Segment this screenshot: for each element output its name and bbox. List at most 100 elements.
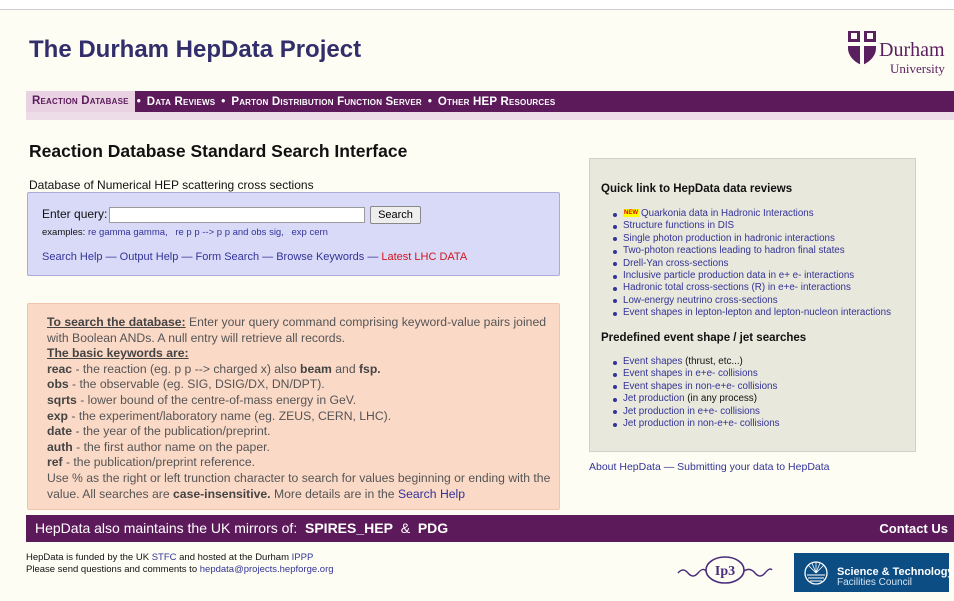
search-item: Event shapes (thrust, etc...) [613, 356, 780, 368]
nav-separator: • [221, 95, 226, 108]
funding-note: HepData is funded by the UK STFC and hos… [26, 552, 334, 576]
ippp-logo-text: Ip3 [715, 564, 735, 579]
new-badge: NEW [623, 209, 639, 217]
reviews-panel: Quick link to HepData data reviews NEW Qu… [589, 158, 916, 452]
search-item: Jet production in non-e+e- collisions [613, 418, 780, 430]
keyword-exp: exp [47, 408, 69, 423]
review-link-text[interactable]: Quarkonia data in Hadronic Interactions [641, 208, 814, 219]
email-link[interactable]: hepdata@projects.hepforge.org [200, 564, 334, 575]
search-link[interactable]: Event shapes [623, 356, 682, 367]
keyword-desc: - the reaction (eg. p p --> charged x) a… [72, 361, 301, 376]
review-link[interactable]: Event shapes in lepton-lepton and lepton… [613, 307, 891, 319]
main-navbar: Reaction Database • Data Reviews • Parto… [26, 91, 954, 112]
pdg-link[interactable]: PDG [418, 520, 448, 536]
durham-university-logo[interactable]: Durham University [842, 30, 954, 76]
query-examples: examples: re gamma gamma, re p p --> p p… [42, 227, 333, 238]
review-link[interactable]: Structure functions in DIS [613, 220, 891, 232]
case-insensitive-label: case-insensitive. [173, 486, 271, 501]
searches-list: Event shapes (thrust, etc...) Event shap… [613, 356, 780, 430]
keywords-heading: The basic keywords are: [47, 346, 189, 361]
search-suffix: (in any process) [684, 393, 757, 405]
review-link[interactable]: Two-photon reactions leading to hadron f… [613, 245, 891, 257]
university-logo-text: University [890, 61, 945, 76]
link-separator: — [105, 251, 117, 263]
about-hepdata-link[interactable]: About HepData [589, 461, 661, 473]
search-link[interactable]: Event shapes in e+e- collisions [623, 368, 758, 379]
review-link[interactable]: Hadronic total cross-sections (R) in e+e… [613, 282, 891, 294]
site-title: The Durham HepData Project [29, 36, 362, 63]
nav-reaction-database[interactable]: Reaction Database [26, 91, 135, 112]
search-link[interactable]: Jet production [623, 393, 685, 404]
database-description: Database of Numerical HEP scattering cro… [29, 178, 314, 192]
mirrors-text: HepData also maintains the UK mirrors of… [35, 520, 448, 536]
review-link[interactable]: NEW Quarkonia data in Hadronic Interactio… [613, 208, 891, 220]
search-help-inline-link[interactable]: Search Help [398, 487, 465, 501]
example-link[interactable]: re gamma gamma, [88, 227, 168, 238]
stfc-emblem-icon [804, 561, 828, 585]
submit-data-link[interactable]: Submitting your data to HepData [677, 461, 829, 473]
spires-link[interactable]: SPIRES_HEP [305, 520, 393, 536]
search-link[interactable]: Event shapes in non-e+e- collisions [623, 381, 777, 392]
keyword-date: date [47, 424, 73, 439]
keyword-desc: - the first author name on the paper. [72, 439, 270, 454]
review-link[interactable]: Single photon production in hadronic int… [613, 233, 891, 245]
keyword-ref: ref [47, 455, 63, 470]
stfc-link[interactable]: STFC [152, 552, 177, 563]
search-button[interactable]: Search [370, 206, 421, 224]
nav-data-reviews[interactable]: Data Reviews [143, 96, 220, 108]
keyword-desc: and [331, 361, 359, 376]
mirrors-label: HepData also maintains the UK mirrors of… [35, 520, 298, 536]
examples-label: examples: [42, 227, 86, 238]
stfc-logo[interactable]: Science & Technology Facilities Council [794, 553, 954, 592]
nav-pdf-server[interactable]: Parton Distribution Function Server [227, 96, 426, 108]
search-item: Event shapes in non-e+e- collisions [613, 381, 780, 393]
footer-bar: HepData also maintains the UK mirrors of… [26, 515, 954, 542]
page-title: Reaction Database Standard Search Interf… [29, 141, 408, 161]
ippp-logo[interactable]: Ip3 [675, 553, 775, 587]
ippp-link[interactable]: IPPP [292, 552, 314, 563]
keyword-sqrts: sqrts [47, 392, 77, 407]
keyword-desc: - the observable (eg. SIG, DSIG/DX, DN/D… [68, 377, 325, 392]
search-suffix: (thrust, etc...) [682, 356, 743, 367]
latest-lhc-data-link[interactable]: Latest LHC DATA [381, 251, 467, 263]
form-search-link[interactable]: Form Search [196, 251, 260, 263]
review-link[interactable]: Inclusive particle production data in e+… [613, 270, 891, 282]
searches-heading: Predefined event shape / jet searches [601, 332, 807, 344]
search-link[interactable]: Jet production in non-e+e- collisions [623, 418, 780, 429]
search-item: Event shapes in e+e- collisions [613, 368, 780, 380]
review-link[interactable]: Drell-Yan cross-sections [613, 258, 891, 270]
query-input[interactable] [109, 207, 365, 223]
review-link[interactable]: Low-energy neutrino cross-sections [613, 295, 891, 307]
keyword-fsp: fsp. [358, 361, 381, 376]
search-link[interactable]: Jet production in e+e- collisions [623, 406, 760, 417]
keyword-desc: - the year of the publication/preprint. [72, 424, 271, 439]
search-help-text: To search the database: Enter your query… [47, 315, 552, 502]
about-links: About HepData — Submitting your data to … [589, 461, 830, 473]
help-intro-label: To search the database: [47, 315, 186, 329]
keyword-desc: - the experiment/laboratory name (eg. ZE… [68, 408, 392, 423]
funded-text: HepData is funded by the UK [26, 552, 152, 563]
example-link[interactable]: re p p --> p p and obs sig, [175, 227, 284, 238]
durham-logo-text: Durham [879, 39, 945, 61]
browse-keywords-link[interactable]: Browse Keywords [276, 251, 364, 263]
search-help-link[interactable]: Search Help [42, 251, 103, 263]
contact-us-link[interactable]: Contact Us [879, 521, 948, 536]
search-item: Jet production (in any process) [613, 393, 780, 405]
keyword-auth: auth [47, 439, 73, 454]
nav-separator: • [427, 95, 432, 108]
link-separator: — [663, 461, 675, 473]
keyword-obs: obs [47, 377, 69, 392]
example-link[interactable]: exp cern [292, 227, 328, 238]
search-item: Jet production in e+e- collisions [613, 406, 780, 418]
nav-separator: • [136, 95, 141, 108]
link-separator: — [262, 251, 274, 263]
query-panel: Enter query: Search examples: re gamma g… [27, 192, 560, 276]
reviews-list: NEW Quarkonia data in Hadronic Interactio… [613, 208, 891, 320]
keyword-beam: beam [300, 361, 332, 376]
durham-shield-icon [848, 31, 876, 65]
nav-other-hep-resources[interactable]: Other HEP Resources [434, 96, 560, 108]
link-separator: — [367, 251, 379, 263]
query-label: Enter query: [42, 207, 108, 221]
questions-text: Please send questions and comments to [26, 564, 200, 575]
output-help-link[interactable]: Output Help [120, 251, 179, 263]
